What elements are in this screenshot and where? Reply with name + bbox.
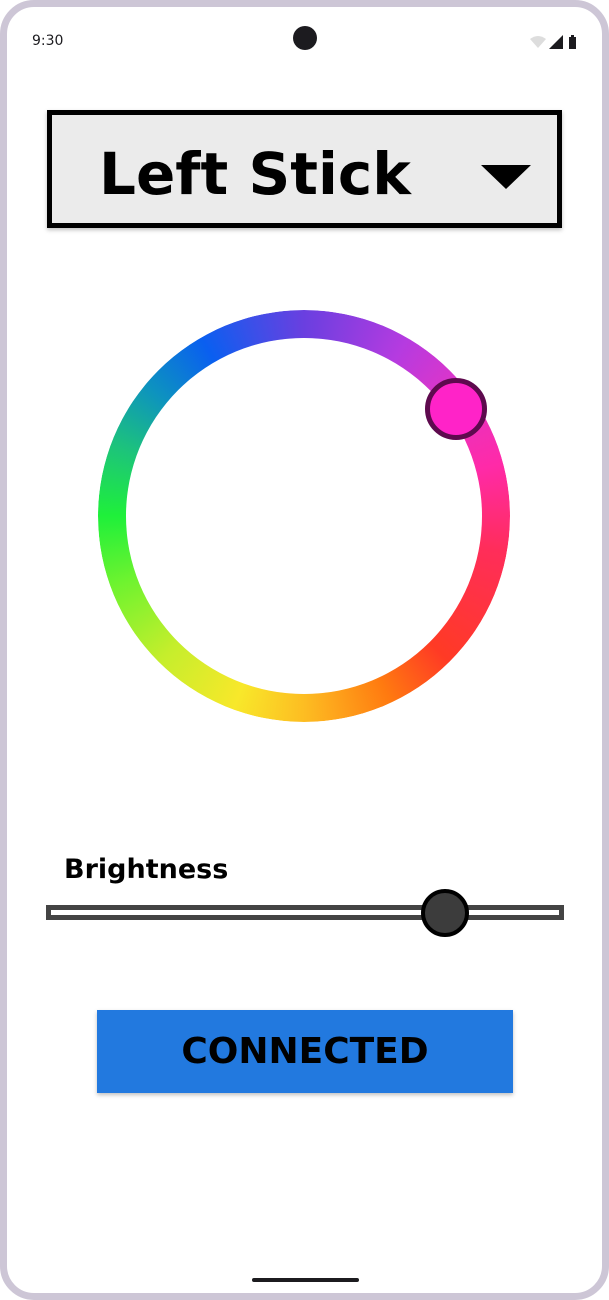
connection-status-label: CONNECTED bbox=[181, 1031, 429, 1072]
color-wheel-center bbox=[126, 338, 482, 694]
status-time: 9:30 bbox=[32, 33, 64, 49]
color-wheel[interactable] bbox=[98, 310, 510, 722]
signal-icon bbox=[549, 35, 563, 49]
brightness-slider-track[interactable] bbox=[46, 905, 564, 920]
brightness-slider[interactable] bbox=[46, 882, 564, 944]
connection-status-button[interactable]: CONNECTED bbox=[97, 1010, 513, 1093]
color-wheel-thumb[interactable] bbox=[425, 378, 487, 440]
battery-cap bbox=[571, 35, 574, 37]
battery-icon bbox=[569, 37, 576, 49]
phone-frame: 9:30 Left Stick Brightness CONNECTED bbox=[0, 0, 609, 1300]
brightness-slider-thumb[interactable] bbox=[420, 889, 469, 937]
wifi-icon bbox=[530, 36, 546, 48]
status-bar: 9:30 bbox=[7, 7, 602, 77]
stick-selector-value: Left Stick bbox=[99, 140, 411, 208]
home-indicator[interactable] bbox=[252, 1278, 359, 1282]
dropdown-arrow-icon bbox=[481, 165, 531, 189]
status-icons bbox=[530, 35, 576, 49]
camera-cutout bbox=[293, 26, 317, 50]
stick-selector-dropdown[interactable]: Left Stick bbox=[47, 110, 562, 228]
